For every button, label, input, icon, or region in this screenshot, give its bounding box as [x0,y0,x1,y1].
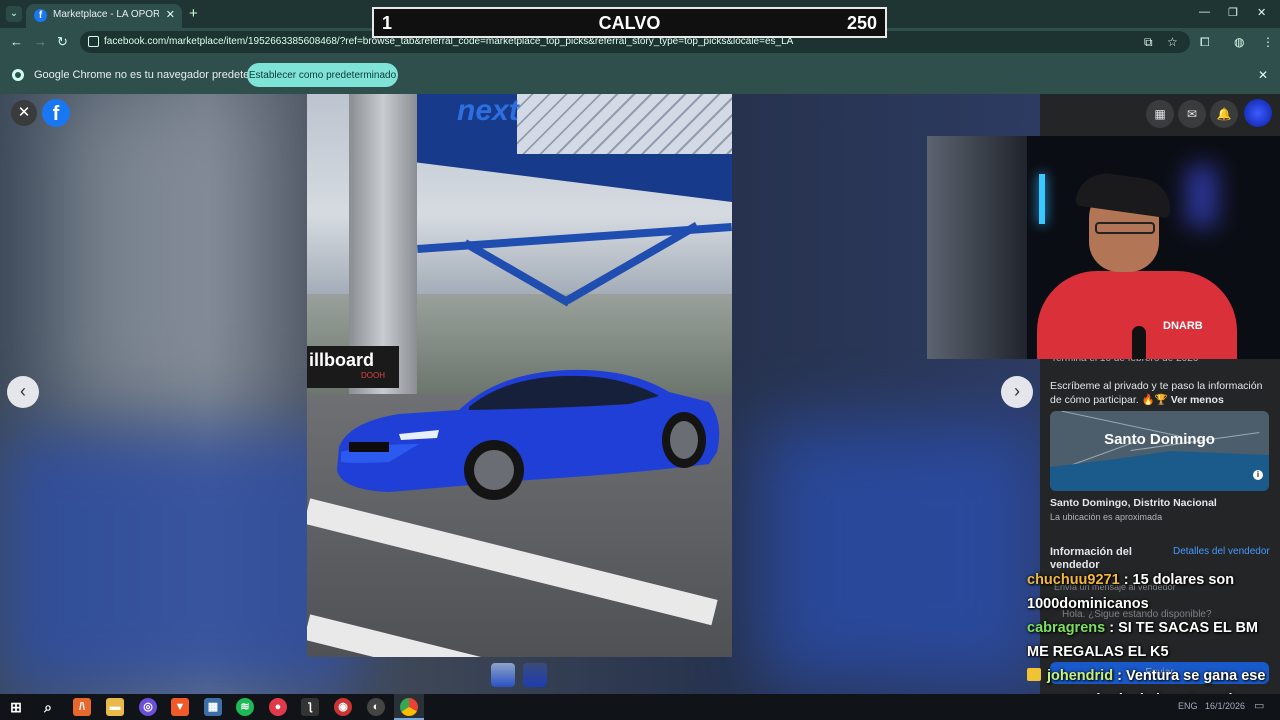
windows-taskbar: ⊞ ⌕ /\ ▬ ◎ ▼ ▦ ≋ ● ƪ ◉ ◐ ENG 16/1/2026 ▭ [0,694,1280,720]
thumbnail-2[interactable] [523,663,547,687]
webcam-background [927,136,1027,359]
restore-icon[interactable]: ❐ [1228,6,1238,19]
facebook-favicon-icon: f [34,9,47,22]
bookmark-star-icon[interactable]: ☆ [1167,35,1178,49]
next-photo-button[interactable]: › [1001,376,1033,408]
new-tab-icon[interactable]: + [189,5,198,22]
car-image [337,369,720,500]
seller-details-link[interactable]: Detalles del vendedor [1173,546,1270,557]
description-text: Escríbeme al privado y te paso la inform… [1050,380,1263,406]
chrome-taskbar-icon[interactable] [400,698,418,716]
stream-chat: chuchuu9271 : 15 dolares son 1000dominic… [1027,568,1280,712]
screen: ⌄ f Marketplace - LA OPORTUNIDAD ✕ + — ❐… [0,0,1280,720]
reload-icon[interactable]: ↻ [57,34,68,50]
app-icon-orange[interactable]: /\ [73,698,91,716]
tab-close-icon[interactable]: ✕ [166,8,175,21]
search-icon[interactable]: ⌕ [39,698,57,716]
listing-description: Escríbeme al privado y te paso la inform… [1050,379,1272,407]
app-icon-obs[interactable]: ◐ [367,698,385,716]
window-close-icon[interactable]: ✕ [1257,6,1266,19]
file-explorer-icon[interactable]: ▬ [106,698,124,716]
back-icon[interactable]: ← [10,34,23,49]
windows-start-icon[interactable]: ⊞ [7,698,25,716]
location-map[interactable]: Santo Domingo i [1050,411,1269,491]
photo-viewer: ✕ f ‹ › next illboard DOOH [0,94,1040,694]
app-icon-red[interactable]: ● [269,698,287,716]
calculator-icon[interactable]: ▦ [204,698,222,716]
previous-photo-button[interactable]: ‹ [7,376,39,408]
site-info-icon[interactable] [88,36,99,47]
apps-grid-icon[interactable]: ▦ [1146,100,1174,128]
chat-message: chuchuu9271 : 15 dolares son 1000dominic… [1027,568,1280,616]
messenger-icon[interactable]: ✉ [1178,100,1206,128]
webcam-overlay: DNARB [927,136,1280,359]
photo-roof-grid [517,94,732,154]
chat-username: chuchuu9271 [1027,572,1120,588]
score-title: CALVO [598,13,661,33]
blur-background [60,94,260,414]
location-name: Santo Domingo, Distrito Nacional [1050,497,1217,509]
photo-sign: next [457,94,519,127]
tray-date[interactable]: 16/1/2026 [1205,701,1245,711]
set-default-button[interactable]: Establecer como predeterminado [247,63,398,87]
blur-background [0,434,360,694]
account-avatar[interactable] [1244,99,1272,127]
map-city-label: Santo Domingo [1104,431,1215,448]
app-icon-round[interactable]: ◉ [334,698,352,716]
tab-marketplace[interactable]: f Marketplace - LA OPORTUNIDAD ✕ [26,4,182,28]
default-browser-infobar: Google Chrome no es tu navegador predete… [0,56,1280,94]
score-right: 250 [846,13,877,33]
notifications-bell-icon[interactable]: 🔔 [1210,100,1238,128]
install-app-icon[interactable]: ⧉ [1144,35,1153,50]
viewer-close-button[interactable]: ✕ [11,100,37,126]
minimize-icon[interactable]: — [1199,6,1210,18]
map-info-icon[interactable]: i [1253,470,1263,480]
app-icon-epic[interactable]: ƪ [301,698,319,716]
blur-background [760,424,1040,684]
notifications-icon[interactable]: ▭ [1254,699,1264,712]
tab-search-icon[interactable]: ⌄ [6,6,22,22]
score-overlay: 1 CALVO 250 [372,7,887,38]
thumbnail-1[interactable] [491,663,515,687]
listing-photo: next illboard DOOH [307,94,732,657]
facebook-logo[interactable]: f [42,99,70,127]
chat-username: cabragrens [1027,620,1106,636]
chat-badge-icon [1027,668,1041,681]
map-sea [1050,451,1269,491]
streamer-glasses [1095,222,1155,234]
chrome-icon [12,69,24,81]
brave-icon[interactable]: ▼ [171,698,189,716]
spotify-icon[interactable]: ≋ [236,698,254,716]
tray-language[interactable]: ENG [1178,701,1198,711]
tab-title: Marketplace - LA OPORTUNIDAD [53,9,159,20]
infobar-close-icon[interactable]: ✕ [1258,68,1268,82]
profile-icon[interactable]: ◍ [1234,35,1244,49]
shirt-logo: DNARB [1163,320,1203,332]
microphone [1132,326,1146,359]
app-icon-purple[interactable]: ◎ [139,698,157,716]
webcam-light [1039,174,1045,224]
webcam-light [1187,166,1217,226]
chat-message: cabragrens : SI TE SACAS EL BM ME REGALA… [1027,616,1280,664]
see-less-link[interactable]: Ver menos [1171,394,1224,406]
forward-icon[interactable]: → [34,34,47,49]
menu-kebab-icon[interactable]: ⋮ [1262,35,1274,49]
chat-username: johendrid [1047,668,1114,684]
extensions-icon[interactable]: ⧠ [1200,35,1210,50]
location-note: La ubicación es aproximada [1050,512,1163,522]
